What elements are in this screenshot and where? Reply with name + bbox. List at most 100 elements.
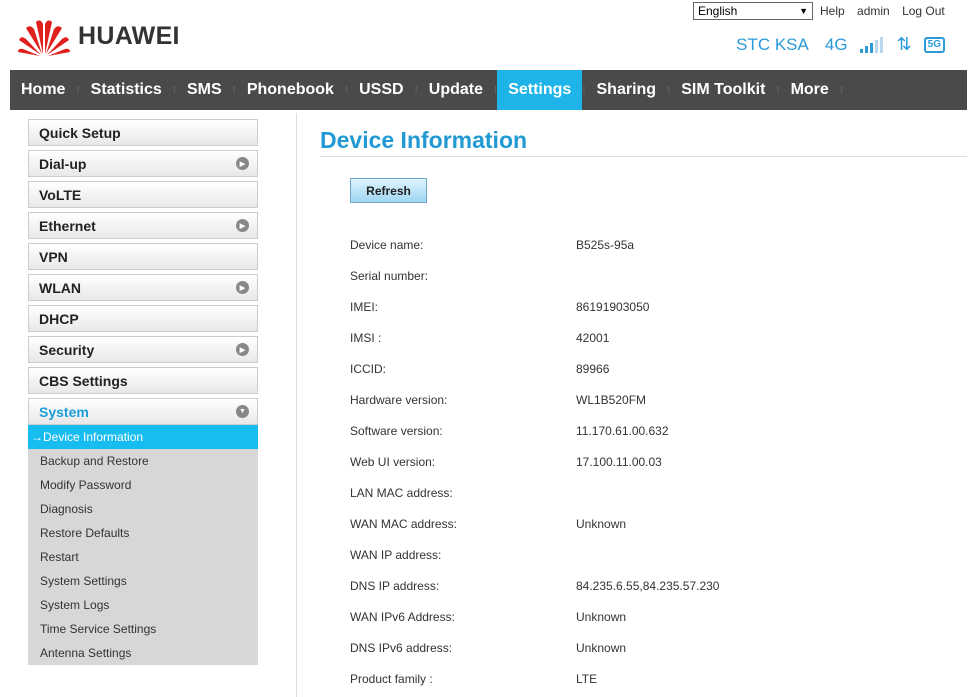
huawei-logo: HUAWEI (16, 14, 196, 58)
info-row: DNS IP address: 84.235.6.55,84.235.57.230 (350, 570, 950, 601)
info-value: 11.170.61.00.632 (576, 423, 669, 438)
info-row: WAN IPv6 Address: Unknown (350, 601, 950, 632)
nav-item-sharing[interactable]: Sharing (586, 70, 668, 110)
info-label: IMSI : (350, 330, 382, 345)
info-value: 89966 (576, 361, 610, 376)
nav-item-sim-toolkit[interactable]: SIM Toolkit (670, 70, 776, 110)
info-label: Hardware version: (350, 392, 448, 407)
5g-icon: 5G (923, 36, 945, 53)
sidebar-item-label: WLAN (39, 279, 81, 296)
language-value: English (698, 4, 738, 18)
top-links: Help admin Log Out (820, 4, 954, 18)
sidebar-item-wlan[interactable]: WLAN ▶ (28, 274, 258, 301)
info-row: IMEI: 86191903050 (350, 291, 950, 322)
logout-link[interactable]: Log Out (902, 4, 945, 18)
info-label: DNS IP address: (350, 578, 440, 593)
info-label: WAN IP address: (350, 547, 442, 562)
info-value: Unknown (576, 516, 627, 531)
brand-name: HUAWEI (78, 21, 180, 50)
main-nav: Home ⁝ Statistics ⁝ SMS ⁝ Phonebook ⁝ USSD ⁝ Updat… (10, 70, 967, 110)
operator-name: STC KSA (736, 34, 809, 54)
submenu-item-backup-and-restore[interactable]: Backup and Restore (28, 449, 258, 473)
dropdown-arrow-icon: ▼ (799, 6, 808, 16)
info-label: LAN MAC address: (350, 485, 453, 500)
submenu-item-label: Device Information (43, 430, 144, 444)
info-label: Device name: (350, 237, 424, 252)
chevron-right-icon: ▶ (236, 343, 249, 356)
submenu-item-diagnosis[interactable]: Diagnosis (28, 497, 258, 521)
nav-item-ussd[interactable]: USSD (348, 70, 414, 110)
info-row: WAN IP address: (350, 539, 950, 570)
info-row: Web UI version: 17.100.11.00.03 (350, 446, 950, 477)
submenu-item-system-logs[interactable]: System Logs (28, 593, 258, 617)
info-value: Unknown (576, 609, 627, 624)
sidebar-item-label: Dial-up (39, 155, 87, 172)
info-label: Software version: (350, 423, 443, 438)
submenu-item-modify-password[interactable]: Modify Password (28, 473, 258, 497)
title-divider (320, 156, 967, 157)
info-value: 42001 (576, 330, 610, 345)
help-link[interactable]: Help (820, 4, 845, 18)
info-value: B525s-95a (576, 237, 635, 252)
submenu-item-label: Backup and Restore (40, 454, 149, 468)
info-label: IMEI: (350, 299, 379, 314)
submenu-item-device-information[interactable]: → Device Information (28, 425, 258, 449)
info-value: WL1B520FM (576, 392, 647, 407)
sidebar-item-dial-up[interactable]: Dial-up ▶ (28, 150, 258, 177)
sidebar-item-label: CBS Settings (39, 372, 128, 389)
sidebar-item-vpn[interactable]: VPN (28, 243, 258, 270)
submenu-item-label: Restore Defaults (40, 526, 130, 540)
refresh-button[interactable]: Refresh (350, 178, 427, 203)
sidebar-item-volte[interactable]: VoLTE (28, 181, 258, 208)
info-value: 86191903050 (576, 299, 650, 314)
submenu-item-label: Restart (40, 550, 79, 564)
info-row: Device name: B525s-95a (350, 229, 950, 260)
info-label: WAN IPv6 Address: (350, 609, 455, 624)
nav-item-statistics[interactable]: Statistics (80, 70, 173, 110)
nav-item-more[interactable]: More (780, 70, 840, 110)
submenu-item-system-settings[interactable]: System Settings (28, 569, 258, 593)
submenu-item-label: Antenna Settings (40, 646, 132, 660)
sidebar-item-system[interactable]: System ▼ (28, 398, 258, 425)
info-label: WAN MAC address: (350, 516, 457, 531)
info-label: Product family : (350, 671, 433, 686)
user-link[interactable]: admin (857, 4, 890, 18)
submenu-item-antenna-settings[interactable]: Antenna Settings (28, 641, 258, 665)
nav-item-update[interactable]: Update (418, 70, 494, 110)
sidebar-item-security[interactable]: Security ▶ (28, 336, 258, 363)
submenu-item-label: System Logs (40, 598, 110, 612)
status-bar: STC KSA 4G ⇅ 5G (736, 34, 945, 55)
sidebar-item-label: VoLTE (39, 186, 82, 203)
page-title: Device Information (320, 127, 528, 153)
info-row: Hardware version: WL1B520FM (350, 384, 950, 415)
submenu-item-restart[interactable]: Restart (28, 545, 258, 569)
network-type: 4G (824, 34, 848, 54)
sidebar-item-quick-setup[interactable]: Quick Setup (28, 119, 258, 146)
language-select[interactable]: English ▼ (693, 2, 813, 20)
signal-icon (859, 36, 885, 53)
nav-item-home[interactable]: Home (10, 70, 76, 110)
huawei-flower-icon (18, 20, 70, 56)
info-row: LAN MAC address: (350, 477, 950, 508)
info-row: DNS IPv6 address: Unknown (350, 632, 950, 663)
info-value: LTE (576, 671, 598, 686)
submenu-item-time-service-settings[interactable]: Time Service Settings (28, 617, 258, 641)
sidebar-item-label: System (39, 403, 89, 420)
nav-item-phonebook[interactable]: Phonebook (236, 70, 345, 110)
info-label: DNS IPv6 address: (350, 640, 453, 655)
info-label: Serial number: (350, 268, 429, 283)
submenu-item-restore-defaults[interactable]: Restore Defaults (28, 521, 258, 545)
sidebar-item-cbs-settings[interactable]: CBS Settings (28, 367, 258, 394)
info-row: WAN MAC address: Unknown (350, 508, 950, 539)
info-row: Product family : LTE (350, 663, 950, 694)
info-row: Software version: 11.170.61.00.632 (350, 415, 950, 446)
chevron-right-icon: ▶ (236, 281, 249, 294)
nav-item-settings[interactable]: Settings (497, 70, 583, 110)
info-value: 84.235.6.55,84.235.57.230 (576, 578, 720, 593)
device-info-table: Device name: B525s-95a Serial number: IMEI:… (350, 229, 950, 694)
nav-item-sms[interactable]: SMS (176, 70, 233, 110)
chevron-down-icon: ▼ (236, 405, 249, 418)
sidebar-item-ethernet[interactable]: Ethernet ▶ (28, 212, 258, 239)
chevron-right-icon: ▶ (236, 157, 249, 170)
sidebar-item-dhcp[interactable]: DHCP (28, 305, 258, 332)
